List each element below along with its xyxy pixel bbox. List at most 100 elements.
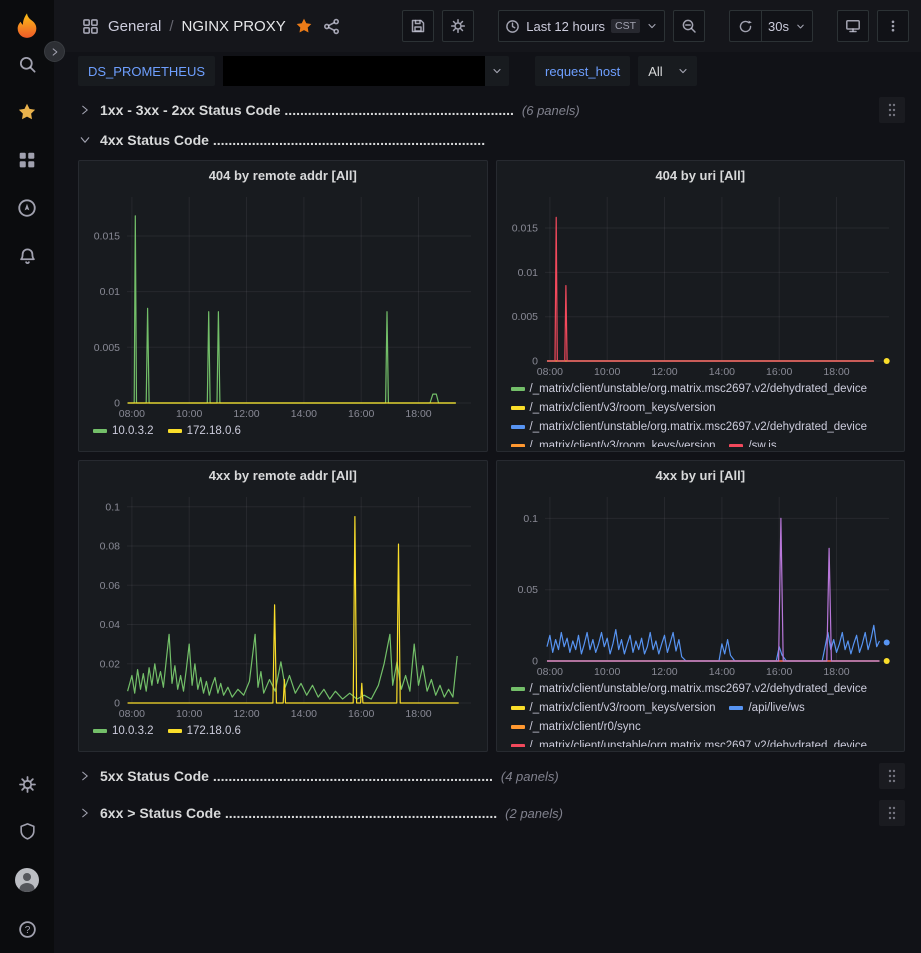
svg-text:08:00: 08:00 [119, 408, 145, 420]
grafana-logo-icon[interactable] [12, 10, 42, 40]
legend-item[interactable]: 172.18.0.6 [168, 423, 241, 439]
legend-item[interactable]: /_matrix/client/unstable/org.matrix.msc2… [511, 738, 868, 747]
svg-text:18:00: 18:00 [405, 708, 431, 720]
dashboard-title[interactable]: NGINX PROXY [182, 18, 286, 35]
svg-text:0.1: 0.1 [105, 501, 120, 513]
refresh-interval-select[interactable]: 30s [761, 10, 813, 42]
series-color-dash [93, 729, 107, 733]
panel-title[interactable]: 4xx by uri [All] [505, 465, 897, 489]
legend-item[interactable]: 10.0.3.2 [93, 423, 154, 439]
more-options-kebab-icon[interactable] [877, 10, 909, 42]
svg-text:10:00: 10:00 [176, 408, 202, 420]
server-admin-shield-icon[interactable] [17, 821, 37, 841]
breadcrumb-separator: / [169, 18, 173, 35]
legend-item[interactable]: /_matrix/client/v3/room_keys/version [511, 700, 716, 716]
datasource-variable-label[interactable]: DS_PROMETHEUS [78, 56, 215, 86]
svg-text:14:00: 14:00 [291, 408, 317, 420]
panel-title[interactable]: 404 by remote addr [All] [87, 165, 479, 189]
datasource-variable-select[interactable] [223, 56, 509, 86]
legend-item[interactable]: /_matrix/client/unstable/org.matrix.msc2… [511, 419, 868, 435]
panel-title[interactable]: 4xx by remote addr [All] [87, 465, 479, 489]
series-color-dash [511, 387, 525, 391]
dashboard-variables-bar: DS_PROMETHEUS request_host All [54, 52, 921, 90]
breadcrumb: General / NGINX PROXY [108, 18, 286, 35]
legend-item[interactable]: /sw.js [729, 438, 776, 447]
favorite-star-icon[interactable] [294, 16, 314, 36]
time-series-chart[interactable]: 00.0050.010.01508:0010:0012:0014:0016:00… [87, 189, 479, 421]
legend-item[interactable]: /_matrix/client/r0/sync [511, 719, 641, 735]
side-menu: ? [0, 0, 54, 953]
starred-dashboards-icon[interactable] [17, 102, 37, 122]
expand-sidebar-button[interactable] [44, 41, 65, 62]
series-label: /_matrix/client/unstable/org.matrix.msc2… [530, 419, 868, 435]
legend-item[interactable]: /_matrix/client/v3/room_keys/version [511, 400, 716, 416]
legend-item[interactable]: /_matrix/client/unstable/org.matrix.msc2… [511, 381, 868, 397]
svg-text:16:00: 16:00 [766, 666, 792, 678]
legend-item[interactable]: /api/live/ws [729, 700, 804, 716]
time-series-chart[interactable]: 00.0050.010.01508:0010:0012:0014:0016:00… [505, 189, 897, 379]
svg-text:16:00: 16:00 [766, 366, 792, 378]
user-avatar[interactable] [15, 868, 39, 892]
save-dashboard-button[interactable] [402, 10, 434, 42]
request-host-variable-label[interactable]: request_host [535, 56, 630, 86]
drag-handle-icon[interactable] [879, 97, 905, 123]
row-title: 4xx Status Code ........................… [100, 132, 485, 148]
series-color-dash [511, 425, 525, 429]
legend-item[interactable]: 10.0.3.2 [93, 723, 154, 739]
series-label: /_matrix/client/v3/room_keys/version [530, 400, 716, 416]
share-icon[interactable] [322, 16, 342, 36]
alerting-bell-icon[interactable] [17, 246, 37, 266]
dashboard-settings-button[interactable] [442, 10, 474, 42]
legend-item[interactable]: /_matrix/client/v3/room_keys/version [511, 438, 716, 447]
series-label: /_matrix/client/unstable/org.matrix.msc2… [530, 681, 868, 697]
legend-item[interactable]: /_matrix/client/unstable/org.matrix.msc2… [511, 681, 868, 697]
dashboard-canvas: 1xx - 3xx - 2xx Status Code ............… [54, 90, 921, 953]
help-icon[interactable]: ? [17, 919, 37, 939]
series-label: /_matrix/client/unstable/org.matrix.msc2… [530, 381, 868, 397]
svg-text:0.005: 0.005 [94, 342, 120, 354]
panel-title[interactable]: 404 by uri [All] [505, 165, 897, 189]
zoom-out-button[interactable] [673, 10, 705, 42]
svg-text:18:00: 18:00 [823, 366, 849, 378]
svg-text:0.015: 0.015 [94, 231, 120, 243]
row-title: 1xx - 3xx - 2xx Status Code ............… [100, 102, 514, 118]
drag-handle-icon[interactable] [879, 763, 905, 789]
svg-text:10:00: 10:00 [594, 666, 620, 678]
time-range-picker[interactable]: Last 12 hours CST [498, 10, 665, 42]
series-color-dash [93, 429, 107, 433]
time-series-chart[interactable]: 00.020.040.060.080.108:0010:0012:0014:00… [87, 489, 479, 721]
chart-legend: 10.0.3.2 172.18.0.6 [87, 721, 479, 747]
svg-text:08:00: 08:00 [536, 366, 562, 378]
series-label: 10.0.3.2 [112, 423, 154, 439]
request-host-variable-select[interactable]: All [638, 56, 696, 86]
explore-compass-icon[interactable] [17, 198, 37, 218]
legend-item[interactable]: 172.18.0.6 [168, 723, 241, 739]
svg-text:0.005: 0.005 [511, 311, 537, 323]
row-6xx-status-code[interactable]: 6xx > Status Code ......................… [78, 799, 905, 827]
row-4xx-status-code[interactable]: 4xx Status Code ........................… [78, 126, 905, 154]
series-color-dash [168, 429, 182, 433]
refresh-button[interactable] [729, 10, 761, 42]
breadcrumb-folder[interactable]: General [108, 18, 161, 35]
svg-text:0.06: 0.06 [100, 580, 121, 592]
drag-handle-icon[interactable] [879, 800, 905, 826]
chart-legend: 10.0.3.2 172.18.0.6 [87, 421, 479, 447]
search-icon[interactable] [17, 54, 37, 74]
dashboards-icon[interactable] [17, 150, 37, 170]
apps-grid-icon[interactable] [80, 16, 100, 36]
tv-kiosk-mode-button[interactable] [837, 10, 869, 42]
row-1xx-3xx-2xx-status-code[interactable]: 1xx - 3xx - 2xx Status Code ............… [78, 96, 905, 124]
svg-text:18:00: 18:00 [405, 408, 431, 420]
series-color-dash [729, 706, 743, 710]
row-panel-count: (4 panels) [501, 769, 559, 784]
time-series-chart[interactable]: 00.050.108:0010:0012:0014:0016:0018:00 [505, 489, 897, 679]
panel-404-by-uri: 404 by uri [All] 00.0050.010.01508:0010:… [496, 160, 906, 452]
series-color-dash [511, 744, 525, 747]
series-label: 10.0.3.2 [112, 723, 154, 739]
chevron-right-icon [78, 103, 92, 117]
svg-text:0.04: 0.04 [100, 619, 121, 631]
settings-gear-icon[interactable] [17, 774, 37, 794]
row-title: 5xx Status Code ........................… [100, 768, 493, 784]
series-color-dash [168, 729, 182, 733]
row-5xx-status-code[interactable]: 5xx Status Code ........................… [78, 762, 905, 790]
